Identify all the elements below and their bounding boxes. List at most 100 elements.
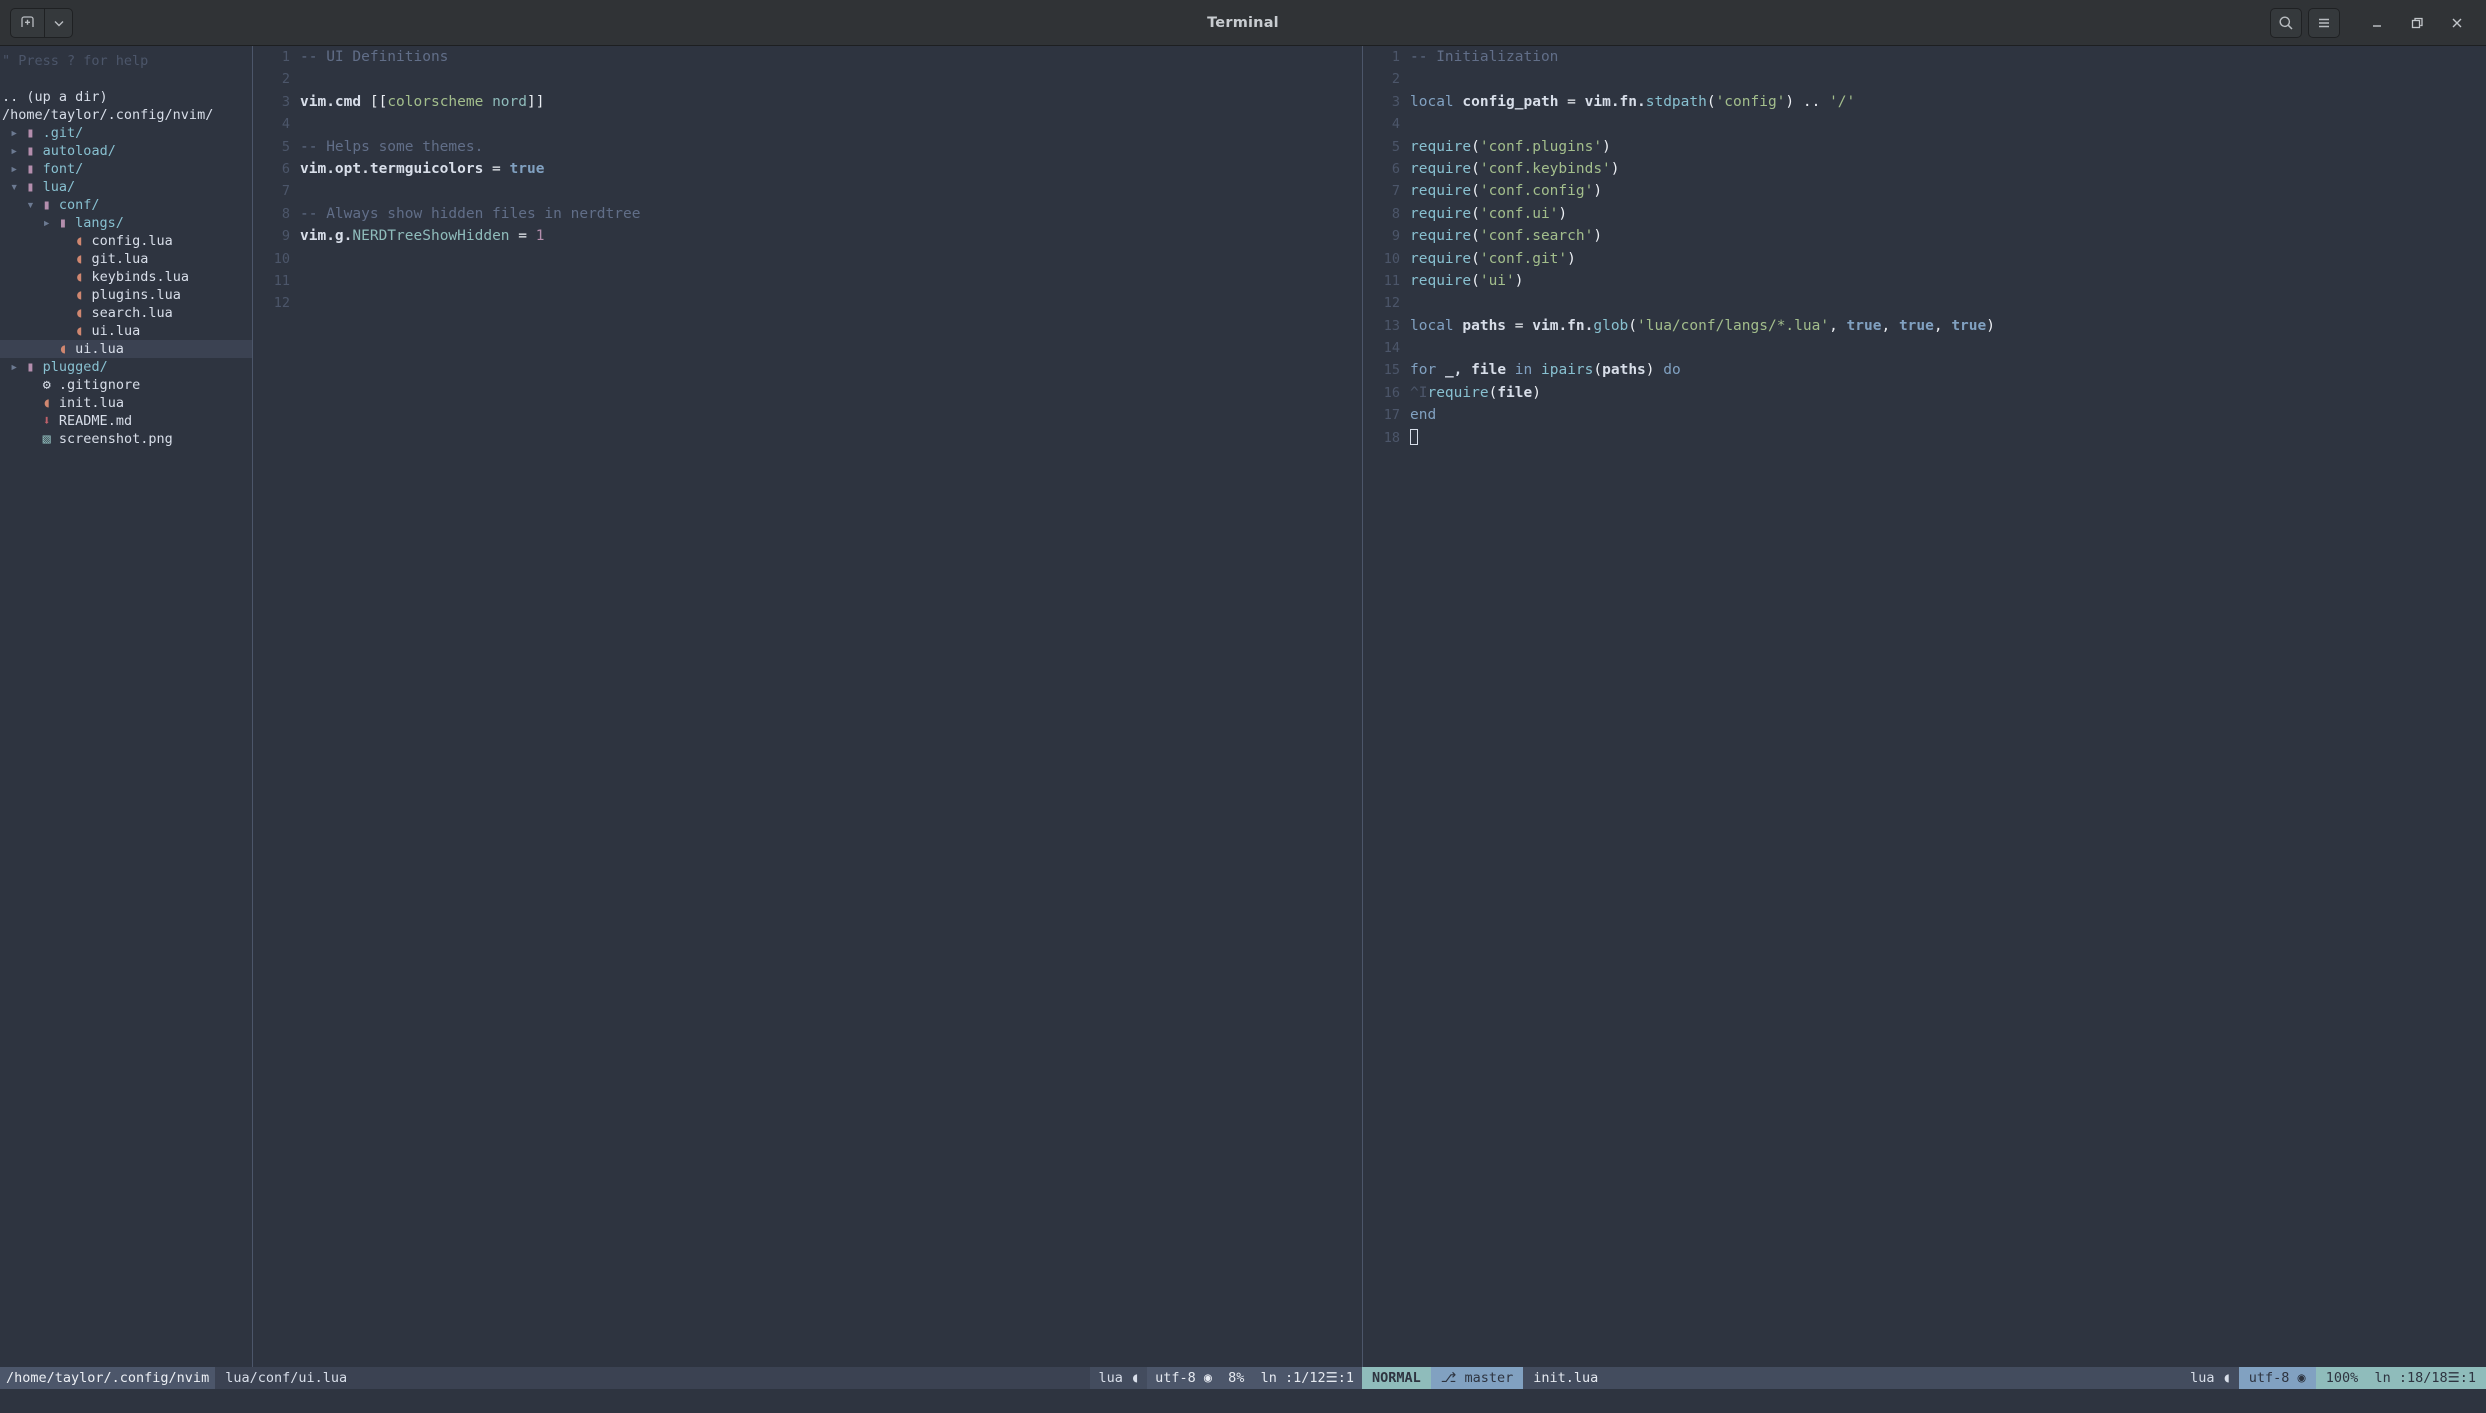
statusline-row: /home/taylor/.config/nvim lua/conf/ui.lu… <box>0 1367 2486 1413</box>
nerdtree-item-label: git.lua <box>91 251 149 267</box>
nerdtree-item[interactable]: ▧ screenshot.png <box>0 430 252 448</box>
folder-icon: ▮ <box>26 359 43 375</box>
code-token: true <box>1846 317 1882 334</box>
code-token: ) <box>1593 228 1603 245</box>
git-branch-icon: ⎇ <box>1440 1370 1457 1386</box>
nerdtree-item[interactable]: ◖ init.lua <box>0 394 252 412</box>
statusline-left-percent: 8% <box>1228 1370 1245 1386</box>
pane-divider-left[interactable] <box>252 46 253 1367</box>
code-line: 8 require('conf.ui') <box>1374 203 2474 225</box>
code-token: ) <box>1558 205 1568 222</box>
statusline-left-encoding-label: utf-8 <box>1155 1370 1196 1386</box>
code-line: 7 require('conf.config') <box>1374 180 2474 202</box>
nerdtree-item-label: .git/ <box>42 125 84 141</box>
nerdtree-item[interactable]: ▾ ▮ conf/ <box>0 196 252 214</box>
code-token: 'ui' <box>1479 272 1515 289</box>
code-token: = <box>1558 93 1585 110</box>
code-line: 18 <box>1374 427 2474 449</box>
chevron-right-icon[interactable]: ▸ <box>10 359 26 375</box>
nerdtree-item[interactable]: ◖ keybinds.lua <box>0 268 252 286</box>
line-number: 12 <box>273 295 290 312</box>
window-header-bar: Terminal <box>0 0 2486 46</box>
nerdtree-item[interactable]: ▸ ▮ font/ <box>0 160 252 178</box>
code-token: do <box>1663 362 1681 379</box>
nerdtree-item-label: ui.lua <box>75 341 124 357</box>
nerdtree-indent <box>2 287 59 303</box>
line-number: 10 <box>1383 250 1400 267</box>
close-button[interactable] <box>2440 8 2474 38</box>
chevron-down-icon[interactable]: ▾ <box>26 197 42 213</box>
code-token: ^I <box>1410 384 1428 401</box>
chevron-right-icon[interactable]: ▸ <box>10 125 26 141</box>
code-token: local <box>1410 317 1454 334</box>
nerdtree-item[interactable]: ◖ git.lua <box>0 250 252 268</box>
line-number: 3 <box>281 93 290 110</box>
statusline-right-percent: 100% <box>2325 1370 2359 1386</box>
code-line: 9 require('conf.search') <box>1374 225 2474 247</box>
nerdtree-sidebar[interactable]: " Press ? for help .. (up a dir) /home/t… <box>0 46 252 1367</box>
code-token: '/' <box>1829 93 1856 110</box>
code-token: nord <box>492 93 527 110</box>
code-line: 6 vim.opt.termguicolors = true <box>264 158 1354 180</box>
statusline-right-filetype: lua ◖ <box>2182 1367 2239 1389</box>
statusline-left: /home/taylor/.config/nvim lua/conf/ui.lu… <box>0 1367 1362 1389</box>
nerdtree-indent <box>2 251 59 267</box>
folder-icon: ▮ <box>26 143 43 159</box>
code-token: , <box>1881 317 1899 334</box>
hamburger-menu-button[interactable] <box>2308 7 2340 38</box>
code-line: 3 vim.cmd [[colorscheme nord]] <box>264 91 1354 113</box>
nerdtree-item[interactable]: ◖ ui.lua <box>0 322 252 340</box>
code-token: = <box>483 160 510 177</box>
new-tab-button[interactable] <box>11 9 44 37</box>
nerdtree-item-label: search.lua <box>91 305 173 321</box>
code-token: ( <box>1488 384 1498 401</box>
nerdtree-item[interactable]: ⬇ README.md <box>0 412 252 430</box>
nerdtree-item-label: plugins.lua <box>91 287 181 303</box>
search-button[interactable] <box>2270 7 2302 38</box>
nerdtree-item-label: init.lua <box>58 395 124 411</box>
code-token: -- Always show hidden files in nerdtree <box>300 205 641 222</box>
code-token: ) <box>1567 250 1576 267</box>
statusline-right-encoding: utf-8 ◉ <box>2238 1367 2316 1389</box>
line-number: 8 <box>281 205 290 222</box>
nerdtree-item[interactable]: ⚙ .gitignore <box>0 376 252 394</box>
code-token: stdpath <box>1645 93 1707 110</box>
new-tab-split-button[interactable] <box>10 7 73 38</box>
minimize-icon <box>2373 24 2381 27</box>
nerdtree-item[interactable]: ◖ search.lua <box>0 304 252 322</box>
nerdtree-item[interactable]: ◖ ui.lua <box>0 340 252 358</box>
chevron-right-icon[interactable]: ▸ <box>43 215 59 231</box>
nerdtree-indent <box>2 431 26 447</box>
editor-pane-right[interactable]: 1 -- Initialization 2 3 local config_path = … <box>1374 46 2474 1367</box>
chevron-right-icon[interactable]: ▸ <box>10 143 26 159</box>
folder-icon: ▮ <box>58 215 76 231</box>
nerdtree-item[interactable]: ◖ plugins.lua <box>0 286 252 304</box>
nerdtree-item[interactable]: ▸ ▮ .git/ <box>0 124 252 142</box>
nerdtree-up-a-dir[interactable]: .. (up a dir) <box>0 88 252 106</box>
line-number: 3 <box>1391 93 1400 110</box>
nerdtree-item[interactable]: ▸ ▮ autoload/ <box>0 142 252 160</box>
code-token: ( <box>1471 205 1480 222</box>
header-left-controls <box>0 7 73 38</box>
chevron-right-icon[interactable]: ▸ <box>10 161 26 177</box>
nerdtree-item[interactable]: ◖ config.lua <box>0 232 252 250</box>
nerdtree-item[interactable]: ▾ ▮ lua/ <box>0 178 252 196</box>
editor-pane-left[interactable]: 1 -- UI Definitions 2 3 vim.cmd [[colorschem… <box>264 46 1354 1367</box>
code-token: ) <box>1602 138 1611 155</box>
folder-icon: ▮ <box>26 179 43 195</box>
tab-dropdown-button[interactable] <box>44 8 72 37</box>
maximize-button[interactable] <box>2400 8 2434 38</box>
code-token: NERDTreeShowHidden <box>352 228 510 245</box>
line-number: 13 <box>1383 317 1400 334</box>
nerdtree-item[interactable]: ▸ ▮ plugged/ <box>0 358 252 376</box>
code-token: = <box>509 228 536 245</box>
code-token: for <box>1410 362 1437 379</box>
code-token: require <box>1427 384 1489 401</box>
nerdtree-item[interactable]: ▸ ▮ langs/ <box>0 214 252 232</box>
line-number: 18 <box>1383 429 1400 446</box>
minimize-button[interactable] <box>2360 8 2394 38</box>
line-number: 4 <box>1391 116 1400 133</box>
tree-no-arrow <box>59 233 75 249</box>
chevron-down-icon[interactable]: ▾ <box>10 179 26 195</box>
pane-divider-right[interactable] <box>1362 46 1363 1367</box>
